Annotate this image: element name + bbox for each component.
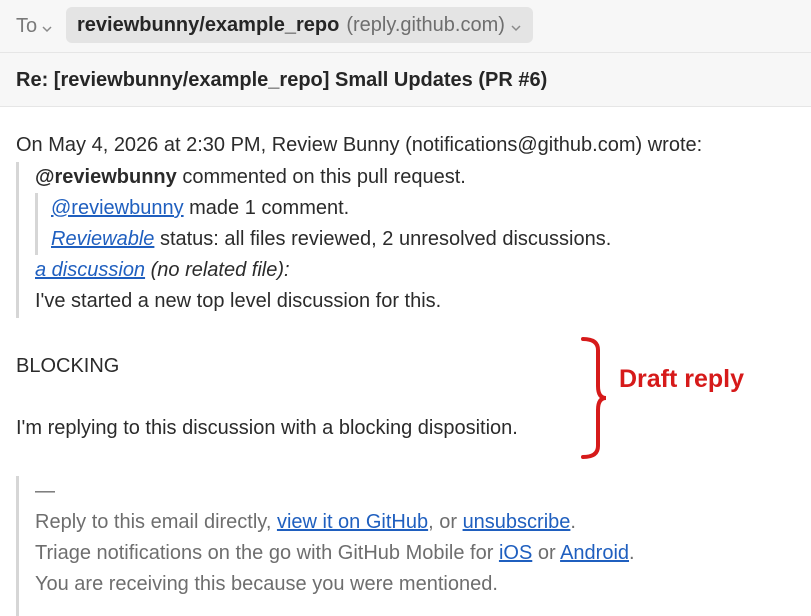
footer-line2-mid: or <box>532 542 561 564</box>
mention-line: @reviewbunny made 1 comment. <box>51 193 611 224</box>
discussion-line: a discussion (no related file): <box>35 255 595 286</box>
status-line: Reviewable status: all files reviewed, 2… <box>51 224 611 255</box>
footer-line1-suffix: . <box>570 511 576 533</box>
android-link[interactable]: Android <box>560 542 629 564</box>
subject-row[interactable]: Re: [reviewbunny/example_repo] Small Upd… <box>0 53 811 107</box>
footer-line-2: Triage notifications on the go with GitH… <box>35 538 635 569</box>
quoted-message: @reviewbunny commented on this pull requ… <box>16 162 799 318</box>
reviewable-link[interactable]: Reviewable <box>51 228 154 250</box>
quoted-author: @reviewbunny <box>35 166 177 188</box>
ios-link[interactable]: iOS <box>499 542 532 564</box>
discussion-body: I've started a new top level discussion … <box>35 290 442 312</box>
footer-line2-suffix: . <box>629 542 635 564</box>
nested-quote: @reviewbunny made 1 comment. Reviewable … <box>34 193 611 255</box>
draft-reply-label: Draft reply <box>619 365 745 393</box>
recipient-address: (reply.github.com) <box>346 13 505 36</box>
footer-line-1: Reply to this email directly, view it on… <box>35 507 635 538</box>
footer-line2-prefix: Triage notifications on the go with GitH… <box>35 542 499 564</box>
to-label: To <box>16 14 38 37</box>
reply-disposition[interactable]: BLOCKING <box>16 351 119 382</box>
unsubscribe-link[interactable]: unsubscribe <box>463 511 571 533</box>
to-field-selector[interactable]: To <box>16 13 52 39</box>
footer-line1-mid: , or <box>428 511 463 533</box>
reply-body[interactable]: I'm replying to this discussion with a b… <box>16 413 518 444</box>
footer-line-3: You are receiving this because you were … <box>35 573 498 595</box>
draft-reply-brace <box>580 336 610 465</box>
reply-attribution: On May 4, 2026 at 2:30 PM, Review Bunny … <box>16 134 703 156</box>
mention-text: made 1 comment. <box>183 197 350 219</box>
quoted-header-line: @reviewbunny commented on this pull requ… <box>35 162 595 193</box>
chevron-down-icon[interactable] <box>511 15 521 38</box>
discussion-link[interactable]: a discussion <box>35 259 145 281</box>
to-row: To reviewbunny/example_repo (reply.githu… <box>0 0 811 53</box>
chevron-down-icon <box>42 16 52 39</box>
footer-line1-prefix: Reply to this email directly, <box>35 511 277 533</box>
email-compose-window: To reviewbunny/example_repo (reply.githu… <box>0 0 811 616</box>
discussion-note: (no related file): <box>145 259 290 281</box>
recipient-name: reviewbunny/example_repo <box>77 13 340 36</box>
recipient-chip[interactable]: reviewbunny/example_repo (reply.github.c… <box>66 7 533 43</box>
view-on-github-link[interactable]: view it on GitHub <box>277 511 428 533</box>
footer-separator: — <box>35 480 55 502</box>
subject-field[interactable]: Re: [reviewbunny/example_repo] Small Upd… <box>16 69 547 92</box>
mention-link[interactable]: @reviewbunny <box>51 197 184 219</box>
status-text: status: all files reviewed, 2 unresolved… <box>154 228 612 250</box>
footer-quote: — Reply to this email directly, view it … <box>16 476 799 616</box>
quoted-commented-text: commented on this pull request. <box>176 166 466 188</box>
